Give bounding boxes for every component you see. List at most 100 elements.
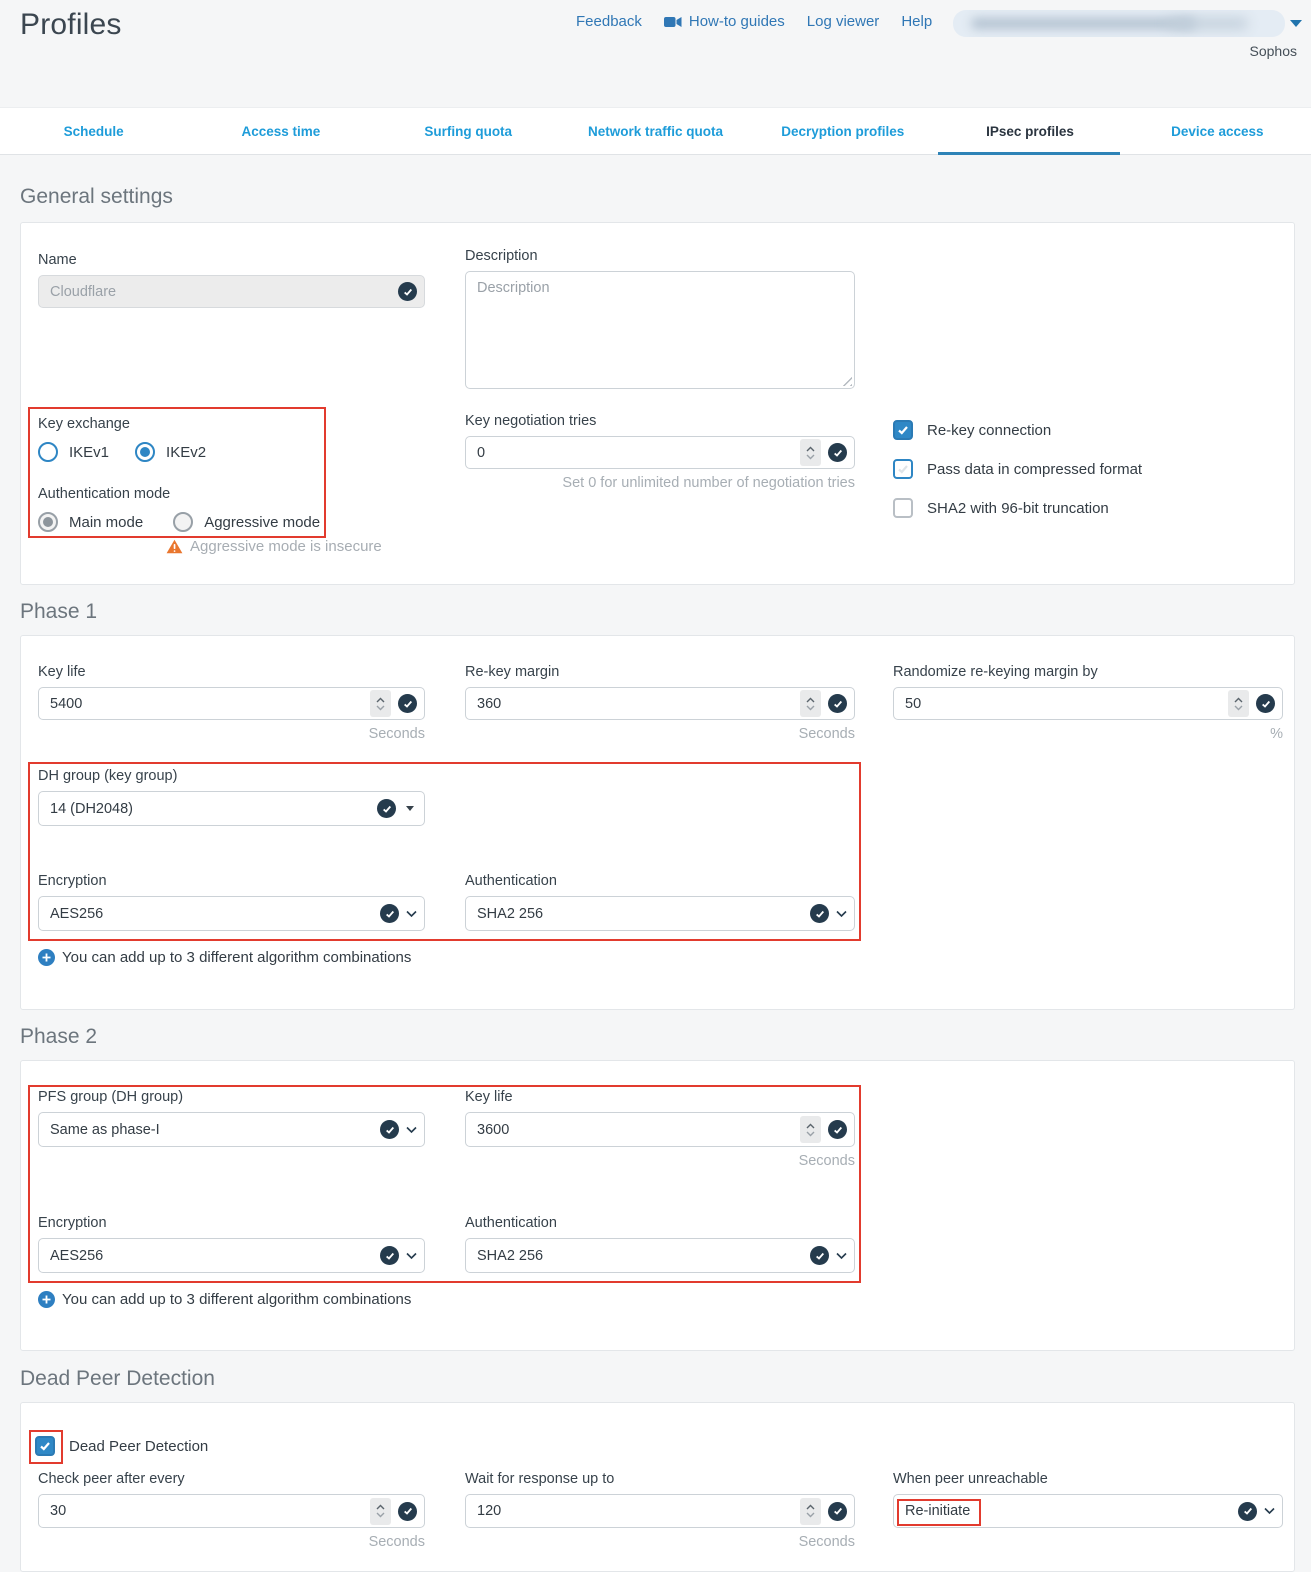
p2-add-note: You can add up to 3 different algorithm … [38, 1291, 411, 1308]
dpd-check-peer-input[interactable] [50, 1503, 363, 1519]
p1-key-life-group: Key life Seconds [38, 664, 425, 742]
chevron-down-icon[interactable] [836, 910, 847, 918]
p1-encryption-value: AES256 [50, 906, 373, 922]
feedback-link[interactable]: Feedback [576, 13, 642, 30]
chevron-down-icon[interactable] [836, 1252, 847, 1260]
compress-row[interactable]: Pass data in compressed format [893, 459, 1142, 479]
description-textarea[interactable] [465, 271, 855, 389]
sha2-truncation-row[interactable]: SHA2 with 96-bit truncation [893, 498, 1109, 518]
valid-check-icon [828, 443, 847, 462]
aggressive-mode-label: Aggressive mode [204, 514, 320, 531]
warning-text: Aggressive mode is insecure [190, 538, 382, 555]
add-plus-icon[interactable] [38, 1291, 55, 1308]
tab-access-time[interactable]: Access time [187, 108, 374, 154]
number-stepper[interactable] [800, 690, 821, 717]
dpd-wait-unit: Seconds [465, 1534, 855, 1550]
p2-authentication-select[interactable]: SHA2 256 [465, 1238, 855, 1273]
dpd-unreachable-group: When peer unreachable Re-initiate [893, 1471, 1283, 1528]
valid-check-icon [828, 1502, 847, 1521]
p1-dh-label: DH group (key group) [38, 768, 425, 784]
howto-guides-link[interactable]: How-to guides [664, 13, 785, 30]
main-mode-label: Main mode [69, 514, 143, 531]
p2-encryption-select[interactable]: AES256 [38, 1238, 425, 1273]
p2-key-life-box [465, 1112, 855, 1147]
tab-device-access[interactable]: Device access [1124, 108, 1311, 154]
sha2-checkbox[interactable] [893, 498, 913, 518]
p1-authentication-select[interactable]: SHA2 256 [465, 896, 855, 931]
aggressive-mode-warning: Aggressive mode is insecure [166, 538, 382, 555]
ikev2-radio-icon[interactable] [135, 442, 155, 462]
p1-randomize-unit: % [893, 726, 1283, 742]
p2-authentication-label: Authentication [465, 1215, 855, 1231]
number-stepper[interactable] [800, 1498, 821, 1525]
radio-ikev1[interactable]: IKEv1 [38, 442, 109, 462]
dpd-enable-label: Dead Peer Detection [69, 1438, 208, 1455]
help-link[interactable]: Help [901, 13, 932, 30]
radio-aggressive-mode[interactable]: Aggressive mode [173, 512, 320, 532]
p1-dh-select[interactable]: 14 (DH2048) [38, 791, 425, 826]
compress-checkbox[interactable] [893, 459, 913, 479]
radio-main-mode[interactable]: Main mode [38, 512, 143, 532]
number-stepper[interactable] [800, 1116, 821, 1143]
header-links: Feedback How-to guides Log viewer Help [576, 13, 932, 30]
rekey-checkbox[interactable] [893, 420, 913, 440]
p1-encryption-select[interactable]: AES256 [38, 896, 425, 931]
dpd-unreachable-select[interactable]: Re-initiate [893, 1494, 1283, 1528]
negotiation-input[interactable] [477, 445, 793, 461]
p1-key-life-box [38, 687, 425, 720]
p1-rekey-margin-unit: Seconds [465, 726, 855, 742]
p1-rekey-margin-label: Re-key margin [465, 664, 855, 680]
p2-key-life-input[interactable] [477, 1122, 793, 1138]
p1-randomize-input[interactable] [905, 696, 1221, 712]
device-selector-caret-icon[interactable] [1290, 20, 1302, 27]
p1-encryption-label: Encryption [38, 873, 425, 889]
tab-schedule[interactable]: Schedule [0, 108, 187, 154]
rekey-connection-row[interactable]: Re-key connection [893, 420, 1051, 440]
dpd-enable-row[interactable]: Dead Peer Detection [35, 1436, 208, 1456]
dpd-wait-label: Wait for response up to [465, 1471, 855, 1487]
p1-rekey-margin-input[interactable] [477, 696, 793, 712]
dropdown-caret-icon[interactable] [406, 806, 414, 811]
ikev1-label: IKEv1 [69, 444, 109, 461]
p1-authentication-value: SHA2 256 [477, 906, 803, 922]
rekey-label: Re-key connection [927, 422, 1051, 439]
dpd-check-peer-unit: Seconds [38, 1534, 425, 1550]
number-stepper[interactable] [1228, 690, 1249, 717]
p2-encryption-value: AES256 [50, 1248, 373, 1264]
p2-add-note-text: You can add up to 3 different algorithm … [62, 1291, 411, 1308]
add-plus-icon[interactable] [38, 949, 55, 966]
chevron-down-icon[interactable] [406, 1252, 417, 1260]
ikev1-radio-icon[interactable] [38, 442, 58, 462]
name-input [50, 284, 391, 300]
log-viewer-label: Log viewer [807, 13, 880, 30]
tab-network-traffic-quota[interactable]: Network traffic quota [562, 108, 749, 154]
chevron-down-icon[interactable] [406, 1126, 417, 1134]
dpd-wait-input[interactable] [477, 1503, 793, 1519]
dpd-checkbox[interactable] [35, 1436, 55, 1456]
radio-ikev2[interactable]: IKEv2 [135, 442, 206, 462]
dpd-wait-box [465, 1494, 855, 1528]
valid-check-icon [380, 904, 399, 923]
number-stepper[interactable] [370, 690, 391, 717]
dpd-unreachable-value: Re-initiate [905, 1503, 1231, 1519]
warning-triangle-icon [166, 539, 183, 554]
help-label: Help [901, 13, 932, 30]
ikev2-label: IKEv2 [166, 444, 206, 461]
number-stepper[interactable] [370, 1498, 391, 1525]
howto-guides-label: How-to guides [689, 13, 785, 30]
name-input-box [38, 275, 425, 308]
main-mode-radio-icon[interactable] [38, 512, 58, 532]
log-viewer-link[interactable]: Log viewer [807, 13, 880, 30]
number-stepper[interactable] [800, 439, 821, 466]
tab-decryption-profiles[interactable]: Decryption profiles [749, 108, 936, 154]
phase2-heading: Phase 2 [20, 1025, 97, 1049]
chevron-down-icon[interactable] [406, 910, 417, 918]
tab-ipsec-profiles[interactable]: IPsec profiles [936, 108, 1123, 154]
aggressive-mode-radio-icon[interactable] [173, 512, 193, 532]
general-settings-heading: General settings [20, 185, 173, 209]
device-selector[interactable] [953, 10, 1285, 37]
p2-pfs-select[interactable]: Same as phase-I [38, 1112, 425, 1147]
chevron-down-icon[interactable] [1264, 1507, 1275, 1515]
p1-key-life-input[interactable] [50, 696, 363, 712]
tab-surfing-quota[interactable]: Surfing quota [375, 108, 562, 154]
